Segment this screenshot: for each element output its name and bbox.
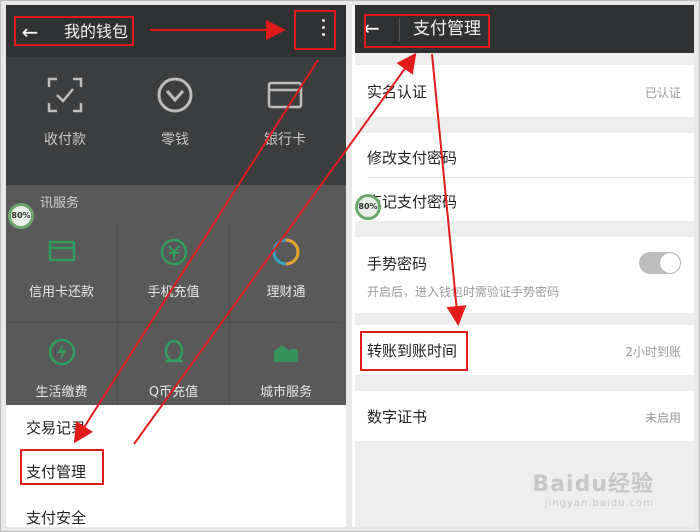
arrow-to-payment-title [133,52,417,445]
annotation-arrows [73,20,467,445]
arrow-to-transfer [431,53,467,326]
arrow-to-menu [73,59,319,444]
